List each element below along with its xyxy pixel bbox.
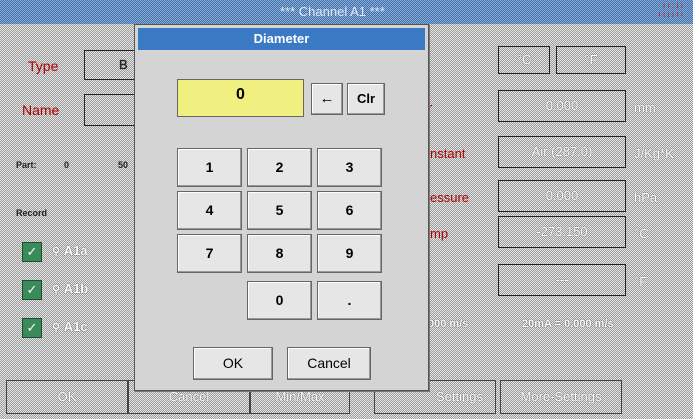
key-1[interactable]: 1 bbox=[177, 148, 242, 187]
diameter-dialog: Diameter 0 ← Clr 1 2 3 4 5 6 7 8 9 0 . O… bbox=[134, 24, 429, 391]
clock-line-1: ı ı : ı ı bbox=[662, 1, 683, 10]
record-label-a1b: A1b bbox=[63, 281, 89, 296]
scale-right-text: 20mA = 0.000 m/s bbox=[522, 318, 614, 330]
part-extra: 50 bbox=[118, 160, 129, 170]
value-display[interactable]: 0 bbox=[177, 79, 304, 117]
dialog-ok-button[interactable]: OK bbox=[193, 347, 273, 380]
key-2[interactable]: 2 bbox=[247, 148, 312, 187]
gas-constant-unit: J/Kg*K bbox=[634, 146, 674, 161]
key-6[interactable]: 6 bbox=[317, 191, 382, 230]
backspace-icon: ← bbox=[319, 90, 335, 107]
key-decimal[interactable]: . bbox=[317, 281, 382, 320]
pressure-label: essure bbox=[430, 190, 470, 205]
record-label-a1c: A1c bbox=[63, 319, 88, 334]
key-5[interactable]: 5 bbox=[247, 191, 312, 230]
type-field[interactable]: B bbox=[84, 50, 136, 80]
key-9[interactable]: 9 bbox=[317, 234, 382, 273]
scale-left-text: 000 m/s bbox=[428, 318, 469, 330]
fahrenheit-unit: °F bbox=[634, 274, 648, 289]
record-label: Record bbox=[16, 208, 48, 218]
unit-f-button[interactable]: °F bbox=[556, 46, 626, 74]
name-label: Name bbox=[22, 102, 60, 118]
part-label: Part: bbox=[16, 160, 37, 170]
part-value: 0 bbox=[64, 160, 70, 170]
more-settings-button[interactable]: More-Settings bbox=[500, 380, 622, 414]
probe-icon: ⚲ bbox=[52, 322, 61, 334]
clock-line-2: ı ı ı ı ı ı bbox=[658, 10, 683, 19]
clock-display: ı ı : ı ı ı ı ı ı ı ı bbox=[659, 1, 683, 19]
key-4[interactable]: 4 bbox=[177, 191, 242, 230]
unit-c-button[interactable]: °C bbox=[498, 46, 550, 74]
checkbox-a1b[interactable]: ✓ bbox=[22, 280, 42, 300]
type-label: Type bbox=[28, 58, 59, 74]
dialog-cancel-button[interactable]: Cancel bbox=[287, 347, 371, 380]
probe-icon: ⚲ bbox=[52, 284, 61, 296]
type-value: B bbox=[119, 57, 128, 72]
backspace-button[interactable]: ← bbox=[311, 83, 343, 115]
fahrenheit-field[interactable]: --- bbox=[498, 264, 626, 296]
dialog-title: Diameter bbox=[138, 28, 425, 50]
temperature-field[interactable]: -273.150 bbox=[498, 216, 626, 248]
pressure-unit: hPa bbox=[634, 190, 658, 205]
clear-button[interactable]: Clr bbox=[347, 83, 385, 115]
diameter-field[interactable]: 0.000 bbox=[498, 90, 626, 122]
temperature-label: mp bbox=[430, 226, 449, 241]
key-0[interactable]: 0 bbox=[247, 281, 312, 320]
name-field[interactable] bbox=[84, 94, 136, 126]
bg-ok-button[interactable]: OK bbox=[6, 380, 128, 414]
checkbox-a1c[interactable]: ✓ bbox=[22, 318, 42, 338]
key-7[interactable]: 7 bbox=[177, 234, 242, 273]
pressure-field[interactable]: 0.000 bbox=[498, 180, 626, 212]
temperature-unit: °C bbox=[634, 226, 649, 241]
gas-constant-field[interactable]: Air (287.0) bbox=[498, 136, 626, 168]
key-3[interactable]: 3 bbox=[317, 148, 382, 187]
key-8[interactable]: 8 bbox=[247, 234, 312, 273]
probe-icon: ⚲ bbox=[52, 246, 61, 258]
gas-constant-label: nstant bbox=[430, 146, 466, 161]
record-label-a1a: A1a bbox=[63, 243, 88, 258]
diameter-unit: mm bbox=[634, 100, 656, 115]
window-title: *** Channel A1 *** bbox=[280, 4, 385, 19]
checkbox-a1a[interactable]: ✓ bbox=[22, 242, 42, 262]
